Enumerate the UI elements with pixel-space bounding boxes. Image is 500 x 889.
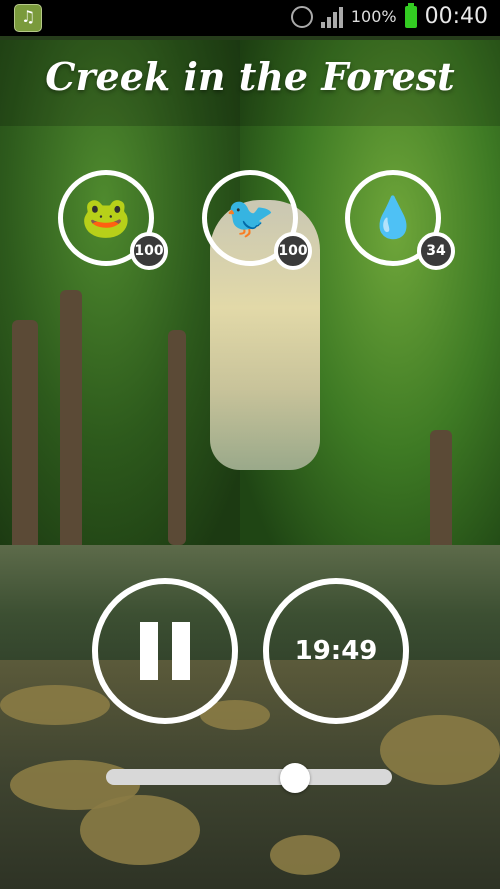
alarm-clock-icon — [290, 5, 313, 28]
battery-percent: 100% — [350, 7, 397, 26]
timer-display: 19:49 — [294, 636, 378, 666]
pause-icon — [172, 622, 190, 680]
volume-badge-water-drops[interactable]: 34 — [417, 232, 455, 270]
volume-slider-track[interactable] — [106, 769, 392, 785]
forest-creek-background — [0, 0, 500, 889]
page-title: Creek in the Forest — [45, 54, 455, 99]
pause-icon — [140, 622, 158, 680]
sound-woodpecker-button[interactable]: 🐦 100 — [202, 170, 312, 270]
tree-trunk — [430, 430, 452, 560]
tree-trunk — [60, 290, 82, 550]
volume-badge-woodpecker[interactable]: 100 — [274, 232, 312, 270]
status-time: 00:40 — [424, 4, 488, 29]
tree-trunk — [168, 330, 186, 545]
battery-full-icon — [404, 2, 417, 28]
status-bar: ♫ 100% 00:40 — [0, 0, 500, 36]
pause-button[interactable] — [92, 578, 238, 724]
volume-badge-frog[interactable]: 100 — [130, 232, 168, 270]
sound-water-drops-button[interactable]: 💧 34 — [345, 170, 455, 270]
music-note-icon: ♫ — [14, 4, 42, 32]
tree-trunk — [12, 320, 38, 560]
sound-frog-button[interactable]: 🐸 100 — [58, 170, 168, 270]
volume-slider-thumb[interactable] — [279, 763, 310, 793]
sleep-timer-button[interactable]: 19:49 — [263, 578, 409, 724]
signal-strength-icon — [320, 6, 343, 28]
